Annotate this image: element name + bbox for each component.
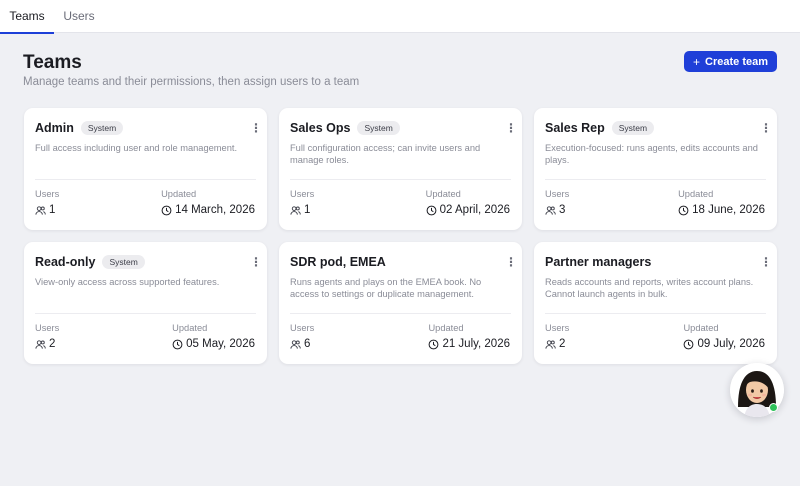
more-options-icon[interactable]: ⋮ — [759, 254, 773, 270]
users-count: 1 — [35, 204, 55, 216]
create-team-button[interactable]: + Create team — [684, 51, 777, 72]
divider — [290, 313, 511, 314]
team-card[interactable]: Read-only System ⋮ View-only access acro… — [24, 242, 267, 364]
system-badge: System — [357, 121, 400, 135]
users-count: 2 — [545, 338, 565, 350]
updated-date: 21 July, 2026 — [428, 338, 510, 350]
users-count: 3 — [545, 204, 565, 216]
team-card[interactable]: SDR pod, EMEA ⋮ Runs agents and plays on… — [279, 242, 522, 364]
clock-icon — [678, 205, 689, 215]
team-description: Runs agents and plays on the EMEA book. … — [290, 277, 482, 299]
updated-date: 18 June, 2026 — [678, 204, 765, 216]
users-icon — [290, 339, 301, 349]
team-card[interactable]: Sales Ops System ⋮ Full configuration ac… — [279, 108, 522, 230]
updated-label: Updated — [428, 323, 464, 333]
divider — [35, 313, 256, 314]
team-description: Execution-focused: runs agents, edits ac… — [545, 143, 758, 165]
tab-users[interactable]: Users — [58, 0, 100, 33]
users-count: 6 — [290, 338, 310, 350]
users-label: Users — [35, 323, 60, 333]
users-label: Users — [290, 189, 315, 199]
team-name: Sales Rep — [545, 121, 605, 135]
clock-icon — [429, 339, 439, 349]
page-subtitle: Manage teams and their permissions, then… — [23, 76, 360, 88]
more-options-icon[interactable]: ⋮ — [504, 254, 518, 270]
updated-block: Updated 05 May, 2026 — [172, 323, 255, 350]
divider — [35, 179, 256, 180]
system-badge: System — [102, 255, 145, 269]
users-icon — [35, 205, 46, 215]
online-status-dot — [769, 403, 778, 412]
updated-block: Updated 18 June, 2026 — [678, 189, 765, 216]
team-description: Full access including user and role mana… — [35, 143, 238, 153]
page-title: Teams — [23, 52, 82, 73]
users-label: Users — [545, 323, 570, 333]
more-options-icon[interactable]: ⋮ — [759, 120, 773, 136]
system-badge: System — [80, 121, 124, 135]
updated-date: 14 March, 2026 — [161, 204, 255, 216]
team-description: View-only access across supported featur… — [35, 277, 220, 287]
updated-label: Updated — [161, 189, 197, 199]
team-card[interactable]: Partner managers ⋮ Reads accounts and re… — [534, 242, 777, 364]
users-count: 2 — [35, 338, 55, 350]
system-badge: System — [611, 121, 655, 135]
create-team-label: Create team — [705, 55, 768, 68]
divider — [545, 313, 766, 314]
users-label: Users — [545, 189, 570, 199]
clock-icon — [161, 205, 172, 215]
team-card[interactable]: Admin System ⋮ Full access including use… — [24, 108, 267, 230]
updated-block: Updated 14 March, 2026 — [161, 189, 255, 216]
plus-icon: + — [693, 54, 701, 69]
more-options-icon[interactable]: ⋮ — [504, 120, 518, 136]
updated-label: Updated — [425, 189, 461, 199]
users-label: Users — [35, 189, 60, 199]
updated-label: Updated — [172, 323, 208, 333]
users-icon — [35, 339, 46, 349]
team-name: SDR pod, EMEA — [290, 255, 386, 269]
users-icon — [290, 205, 301, 215]
tab-teams[interactable]: Teams — [0, 0, 54, 34]
clock-icon — [684, 339, 694, 349]
updated-date: 09 July, 2026 — [683, 338, 765, 350]
more-options-icon[interactable]: ⋮ — [249, 254, 263, 270]
tab-bar: Teams Users — [0, 0, 800, 34]
users-icon — [545, 205, 556, 215]
clock-icon — [426, 205, 437, 215]
updated-label: Updated — [678, 189, 714, 199]
updated-block: Updated 21 July, 2026 — [428, 323, 510, 350]
divider — [290, 179, 511, 180]
updated-date: 02 April, 2026 — [426, 204, 510, 216]
clock-icon — [172, 339, 183, 349]
team-description: Reads accounts and reports, writes accou… — [545, 277, 754, 299]
users-count: 1 — [290, 204, 310, 216]
updated-block: Updated 09 July, 2026 — [683, 323, 765, 350]
team-name: Read-only — [35, 255, 96, 269]
updated-label: Updated — [683, 323, 719, 333]
team-name: Admin — [35, 121, 74, 135]
users-label: Users — [290, 323, 315, 333]
team-card[interactable]: Sales Rep System ⋮ Execution-focused: ru… — [534, 108, 777, 230]
divider — [545, 179, 766, 180]
team-description: Full configuration access; can invite us… — [290, 143, 481, 165]
users-icon — [545, 339, 556, 349]
updated-date: 05 May, 2026 — [172, 338, 255, 350]
team-name: Sales Ops — [290, 121, 351, 135]
team-name: Partner managers — [545, 255, 652, 269]
updated-block: Updated 02 April, 2026 — [426, 189, 510, 216]
more-options-icon[interactable]: ⋮ — [249, 120, 263, 136]
